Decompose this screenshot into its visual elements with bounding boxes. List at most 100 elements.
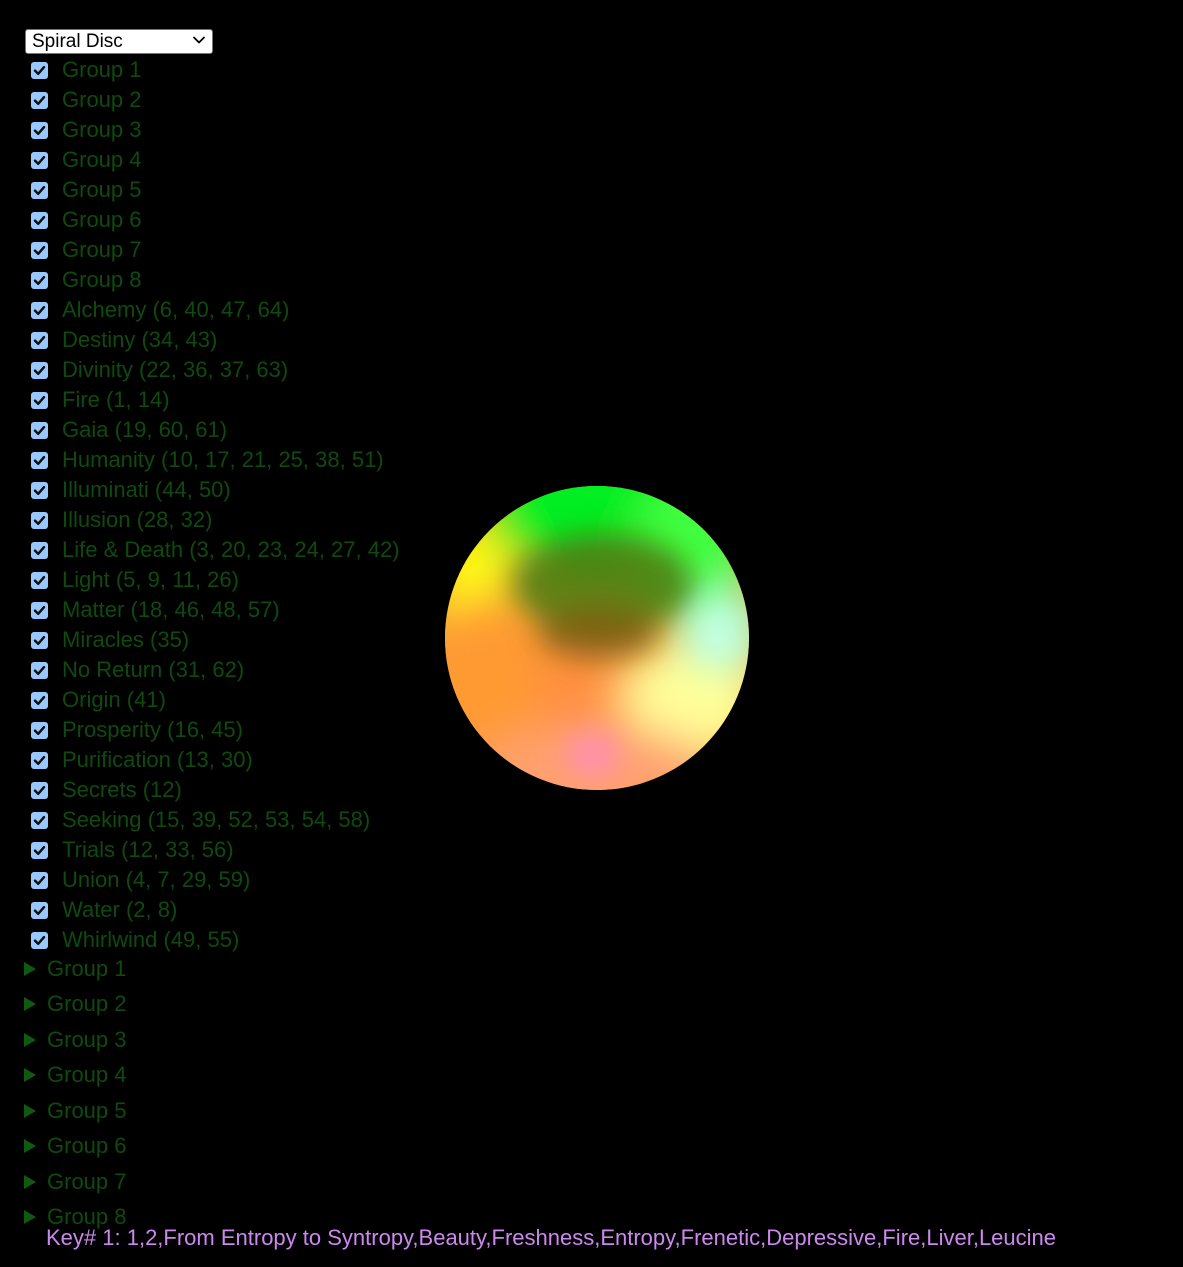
canvas-stage[interactable]: Spiral Disc Group 1 Group 2 Group 3 Group 4…: [0, 0, 1183, 1267]
visualization-mode-select[interactable]: Spiral Disc: [25, 29, 213, 54]
chevron-down-icon: [193, 36, 205, 44]
group-checkbox[interactable]: [31, 421, 48, 439]
triangle-right-icon[interactable]: [24, 1210, 36, 1225]
checkbox-row[interactable]: Water (2, 8): [31, 895, 400, 925]
group-checkbox[interactable]: [31, 241, 48, 259]
group-checkbox-list: Group 1 Group 2 Group 3 Group 4 Group 5 Group…: [31, 55, 400, 955]
checkbox-row[interactable]: Illuminati (44, 50): [31, 475, 400, 505]
disclosure-label: Group 6: [47, 1133, 127, 1159]
disclosure-label: Group 7: [47, 1168, 127, 1194]
checkbox-row[interactable]: Destiny (34, 43): [31, 325, 400, 355]
disclosure-label: Group 3: [47, 1026, 127, 1052]
group-checkbox[interactable]: [31, 511, 48, 529]
triangle-right-icon[interactable]: [24, 1068, 36, 1083]
checkbox-row[interactable]: Fire (1, 14): [31, 385, 400, 415]
group-checkbox[interactable]: [31, 181, 48, 199]
group-checkbox[interactable]: [31, 91, 48, 109]
group-checkbox[interactable]: [31, 211, 48, 229]
group-checkbox[interactable]: [31, 271, 48, 289]
checkbox-row[interactable]: Matter (18, 46, 48, 57): [31, 595, 400, 625]
triangle-right-icon[interactable]: [24, 1139, 36, 1154]
group-checkbox[interactable]: [31, 811, 48, 829]
checkbox-row[interactable]: Miracles (35): [31, 625, 400, 655]
checkbox-row[interactable]: Life & Death (3, 20, 23, 24, 27, 42): [31, 535, 400, 565]
checkmark-icon: [33, 425, 46, 435]
group-checkbox[interactable]: [31, 571, 48, 589]
checkbox-row[interactable]: No Return (31, 62): [31, 655, 400, 685]
checkbox-row[interactable]: Light (5, 9, 11, 26): [31, 565, 400, 595]
checkbox-label: Light (5, 9, 11, 26): [62, 567, 239, 592]
group-checkbox[interactable]: [31, 121, 48, 139]
checkbox-row[interactable]: Secrets (12): [31, 775, 400, 805]
disclosure-label: Group 2: [47, 991, 127, 1017]
group-checkbox[interactable]: [31, 361, 48, 379]
group-checkbox[interactable]: [31, 391, 48, 409]
triangle-right-icon[interactable]: [24, 1174, 36, 1189]
triangle-right-icon[interactable]: [24, 1103, 36, 1118]
checkbox-row[interactable]: Trials (12, 33, 56): [31, 835, 400, 865]
disclosure-item[interactable]: Group 4: [24, 1058, 127, 1094]
checkbox-label: Group 1: [62, 57, 142, 82]
disclosure-item[interactable]: Group 5: [24, 1093, 127, 1129]
group-checkbox[interactable]: [31, 331, 48, 349]
group-checkbox[interactable]: [31, 901, 48, 919]
triangle-right-icon[interactable]: [24, 1032, 36, 1047]
checkbox-label: Fire (1, 14): [62, 387, 170, 412]
checkbox-label: Secrets (12): [62, 777, 182, 802]
checkmark-icon: [33, 545, 46, 555]
disclosure-item[interactable]: Group 2: [24, 987, 127, 1023]
checkbox-row[interactable]: Illusion (28, 32): [31, 505, 400, 535]
checkbox-label: Illuminati (44, 50): [62, 477, 231, 502]
checkbox-row[interactable]: Origin (41): [31, 685, 400, 715]
group-checkbox[interactable]: [31, 61, 48, 79]
checkmark-icon: [33, 395, 46, 405]
checkmark-icon: [33, 65, 46, 75]
checkbox-label: Seeking (15, 39, 52, 53, 54, 58): [62, 807, 371, 832]
triangle-right-icon[interactable]: [24, 961, 36, 976]
disclosure-item[interactable]: Group 3: [24, 1022, 127, 1058]
checkmark-icon: [33, 185, 46, 195]
checkbox-row[interactable]: Group 8: [31, 265, 400, 295]
checkbox-label: Matter (18, 46, 48, 57): [62, 597, 280, 622]
checkbox-row[interactable]: Group 1: [31, 55, 400, 85]
checkbox-row[interactable]: Group 4: [31, 145, 400, 175]
group-checkbox[interactable]: [31, 691, 48, 709]
checkbox-row[interactable]: Seeking (15, 39, 52, 53, 54, 58): [31, 805, 400, 835]
group-checkbox[interactable]: [31, 601, 48, 619]
group-checkbox[interactable]: [31, 781, 48, 799]
group-checkbox[interactable]: [31, 931, 48, 949]
checkmark-icon: [33, 695, 46, 705]
group-checkbox[interactable]: [31, 661, 48, 679]
checkbox-row[interactable]: Gaia (19, 60, 61): [31, 415, 400, 445]
disclosure-item[interactable]: Group 6: [24, 1129, 127, 1165]
checkmark-icon: [33, 635, 46, 645]
checkbox-row[interactable]: Prosperity (16, 45): [31, 715, 400, 745]
checkbox-row[interactable]: Group 3: [31, 115, 400, 145]
checkbox-row[interactable]: Purification (13, 30): [31, 745, 400, 775]
group-checkbox[interactable]: [31, 841, 48, 859]
checkbox-row[interactable]: Group 5: [31, 175, 400, 205]
checkmark-icon: [33, 365, 46, 375]
checkbox-row[interactable]: Humanity (10, 17, 21, 25, 38, 51): [31, 445, 400, 475]
group-checkbox[interactable]: [31, 451, 48, 469]
checkbox-row[interactable]: Group 2: [31, 85, 400, 115]
group-checkbox[interactable]: [31, 481, 48, 499]
group-checkbox[interactable]: [31, 631, 48, 649]
checkmark-icon: [33, 125, 46, 135]
group-checkbox[interactable]: [31, 541, 48, 559]
checkbox-row[interactable]: Divinity (22, 36, 37, 63): [31, 355, 400, 385]
checkbox-row[interactable]: Union (4, 7, 29, 59): [31, 865, 400, 895]
group-checkbox[interactable]: [31, 301, 48, 319]
color-sphere[interactable]: [443, 484, 751, 792]
disclosure-item[interactable]: Group 1: [24, 951, 127, 987]
checkbox-label: Divinity (22, 36, 37, 63): [62, 357, 289, 382]
checkbox-row[interactable]: Group 7: [31, 235, 400, 265]
triangle-right-icon[interactable]: [24, 997, 36, 1012]
checkbox-row[interactable]: Group 6: [31, 205, 400, 235]
disclosure-item[interactable]: Group 7: [24, 1164, 127, 1200]
group-checkbox[interactable]: [31, 721, 48, 739]
group-checkbox[interactable]: [31, 751, 48, 769]
group-checkbox[interactable]: [31, 871, 48, 889]
checkbox-row[interactable]: Alchemy (6, 40, 47, 64): [31, 295, 400, 325]
group-checkbox[interactable]: [31, 151, 48, 169]
